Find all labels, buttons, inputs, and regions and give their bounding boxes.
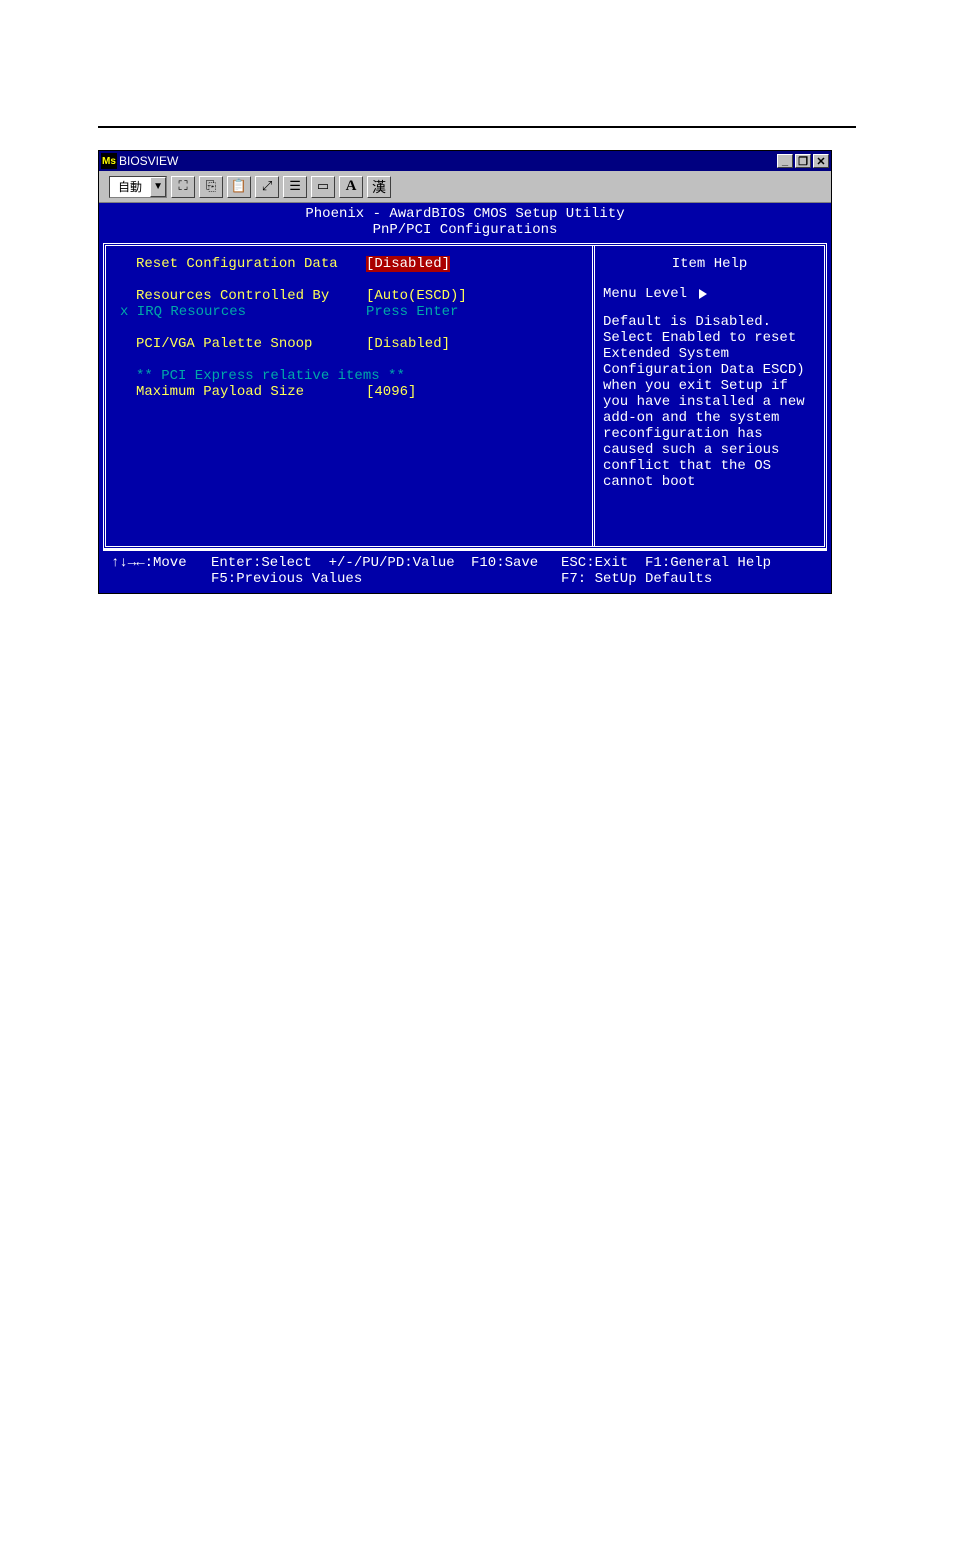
- hint-f10: F10:Save: [471, 555, 561, 571]
- setting-label: Resources Controlled By: [136, 288, 366, 304]
- section-header-pci-express: ** PCI Express relative items **: [136, 368, 586, 384]
- setting-value: [Disabled]: [366, 336, 450, 352]
- help-pane: Item Help Menu Level Default is Disabled…: [592, 246, 824, 546]
- toolbar: 自動 ▼ ⛶ ⎘ 📋 ⤢ ☰ ▭ A 漢: [99, 171, 831, 203]
- blank-row: [136, 320, 586, 336]
- font-size-combo[interactable]: 自動 ▼: [109, 176, 167, 198]
- setting-irq-resources-disabled: x IRQ Resources Press Enter: [120, 304, 586, 320]
- properties-button[interactable]: ☰: [283, 176, 307, 198]
- setting-resources-controlled[interactable]: Resources Controlled By [Auto(ESCD)]: [136, 288, 586, 304]
- close-button[interactable]: ✕: [813, 154, 829, 168]
- bios-header: Phoenix - AwardBIOS CMOS Setup Utility P…: [99, 203, 831, 243]
- chevron-down-icon[interactable]: ▼: [150, 177, 166, 197]
- window-title: BIOSVIEW: [119, 154, 178, 168]
- setting-value: Press Enter: [366, 304, 458, 320]
- help-text: Default is Disabled. Select Enabled to r…: [603, 314, 816, 490]
- section-text: ** PCI Express relative items **: [136, 368, 405, 384]
- hint-enter: Enter:Select +/-/PU/PD:Value: [211, 555, 471, 571]
- combo-value: 自動: [110, 178, 150, 195]
- help-title: Item Help: [603, 256, 816, 272]
- minimize-button[interactable]: _: [777, 154, 793, 168]
- setting-label: Maximum Payload Size: [136, 384, 366, 400]
- hint-f7: F7: SetUp Defaults: [561, 571, 819, 587]
- arrow-right-icon: [699, 289, 707, 299]
- setting-label: PCI/VGA Palette Snoop: [136, 336, 366, 352]
- app-logo-icon: Ms: [101, 153, 117, 169]
- setting-palette-snoop[interactable]: PCI/VGA Palette Snoop [Disabled]: [136, 336, 586, 352]
- setting-label: x IRQ Resources: [120, 304, 366, 320]
- hint-move: ↑↓→←:Move: [111, 555, 211, 571]
- setting-value: [Auto(ESCD)]: [366, 288, 467, 304]
- titlebar: Ms BIOSVIEW _ ❐ ✕: [99, 151, 831, 171]
- settings-pane: Reset Configuration Data [Disabled] Reso…: [106, 246, 592, 546]
- mark-button[interactable]: ⛶: [171, 176, 195, 198]
- bios-screen: Phoenix - AwardBIOS CMOS Setup Utility P…: [99, 203, 831, 593]
- bios-title-line2: PnP/PCI Configurations: [99, 222, 831, 238]
- hint-esc: ESC:Exit F1:General Help: [561, 555, 819, 571]
- bios-body: Reset Configuration Data [Disabled] Reso…: [103, 243, 827, 549]
- background-button[interactable]: ▭: [311, 176, 335, 198]
- app-window: Ms BIOSVIEW _ ❐ ✕ 自動 ▼ ⛶ ⎘ 📋 ⤢ ☰ ▭ A 漢 P…: [98, 150, 832, 594]
- menu-level-label: Menu Level: [603, 286, 687, 302]
- menu-level-row: Menu Level: [603, 286, 816, 302]
- maximize-button[interactable]: ❐: [795, 154, 811, 168]
- setting-reset-config[interactable]: Reset Configuration Data [Disabled]: [136, 256, 586, 272]
- setting-value-selected: [Disabled]: [366, 256, 450, 272]
- ime-button[interactable]: 漢: [367, 176, 391, 198]
- paste-button[interactable]: 📋: [227, 176, 251, 198]
- copy-button[interactable]: ⎘: [199, 176, 223, 198]
- blank-row: [136, 272, 586, 288]
- setting-max-payload[interactable]: Maximum Payload Size [4096]: [136, 384, 586, 400]
- font-button[interactable]: A: [339, 176, 363, 198]
- hint-f5: F5:Previous Values: [211, 571, 471, 587]
- blank-row: [136, 352, 586, 368]
- setting-value: [4096]: [366, 384, 416, 400]
- bios-footer: ↑↓→←:Move Enter:Select +/-/PU/PD:Value F…: [103, 549, 827, 593]
- bios-title-line1: Phoenix - AwardBIOS CMOS Setup Utility: [99, 206, 831, 222]
- horizontal-rule: [98, 126, 856, 128]
- setting-label: Reset Configuration Data: [136, 256, 366, 272]
- fullscreen-button[interactable]: ⤢: [255, 176, 279, 198]
